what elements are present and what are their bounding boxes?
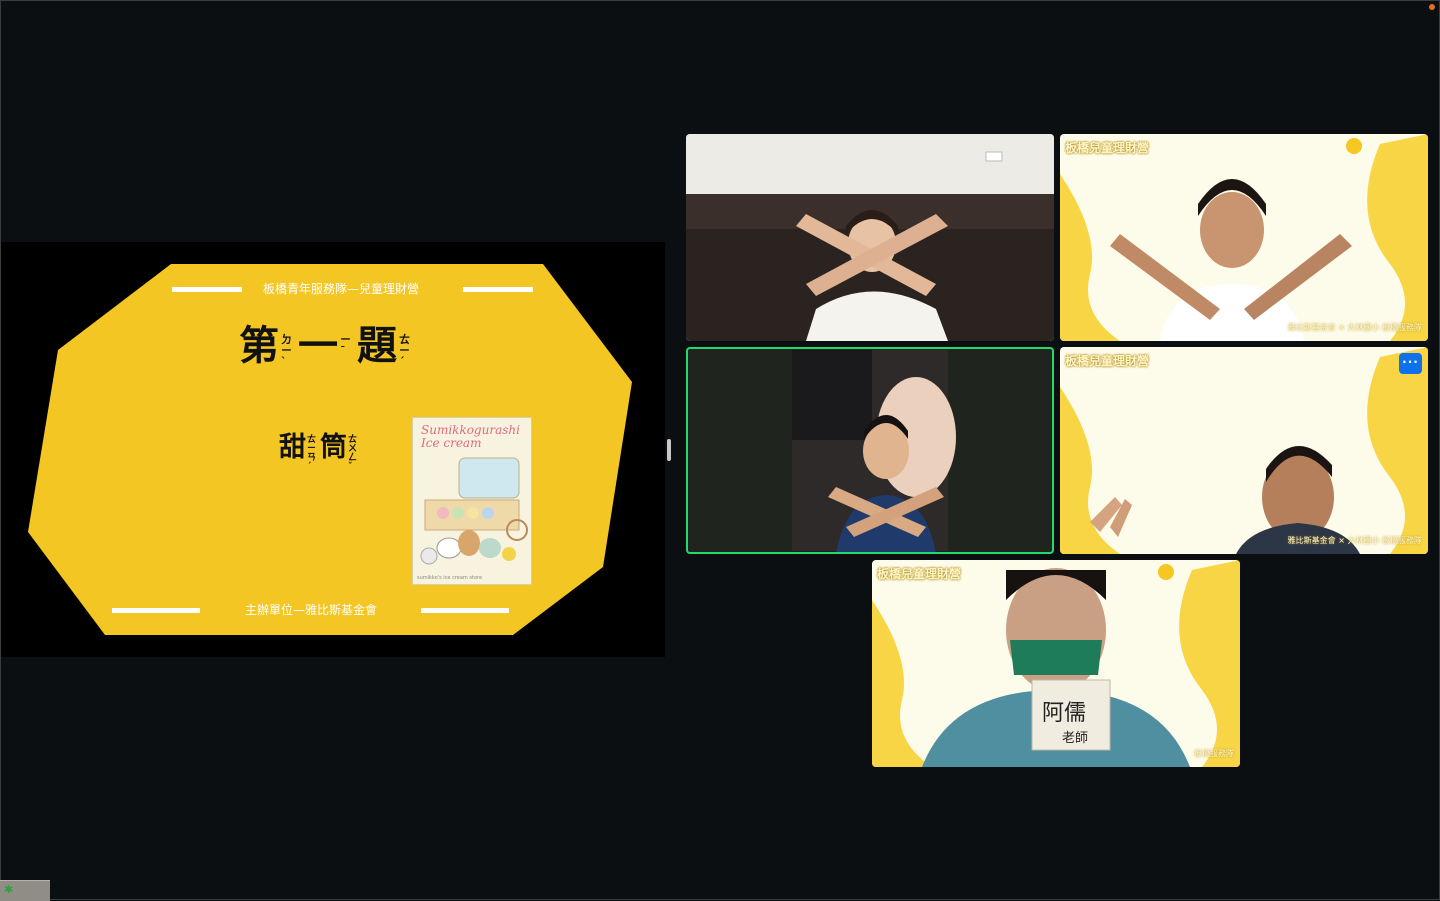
zhuyin: ㄊㄧˊ [399,333,410,368]
poster-title: Sumikkogurashi Ice cream [421,423,520,450]
tile-credit: 雅比斯基金會 × 大林國小 板橋服務隊 [1287,536,1422,545]
title-char: 第 [239,323,279,369]
more-options-button[interactable]: ··· [1399,353,1422,374]
ice-cream-poster-image: Sumikkogurashi Ice cream sumikko's ice cr… [412,417,532,585]
answer-char: 筒 [320,432,348,463]
poster-footer: sumikko's ice cream store [417,575,483,581]
tile-credit: 雅比斯基金會 × 大林國小 板橋服務隊 [1287,323,1422,332]
split-view-resize-handle[interactable] [667,439,671,461]
tile-credit: 板橋服務隊 [1194,749,1234,758]
answer-word: 甜 ㄊㄧㄢˊ 筒 ㄊㄨㄥˇ [279,430,361,472]
tile-watermark: 板橋兒童理財營 [1065,141,1150,155]
footer-line-right [421,608,509,613]
title-char: 一 [298,323,338,369]
tile-watermark: 板橋兒童理財營 [877,567,962,581]
header-line-right [463,287,533,292]
zhuyin: ㄉㄧˋ [281,333,292,368]
video-tile-participant-4[interactable]: 板橋兒童理財營 雅比斯基金會 × 大林國小 板橋服務隊 ··· [1060,347,1428,554]
video-tile-participant-2[interactable]: 板橋兒童理財營 雅比斯基金會 × 大林國小 板橋服務隊 [1060,134,1428,341]
header-line-left [172,287,242,292]
participant-video: 阿儒 老師 [872,560,1240,767]
svg-text:老師: 老師 [1062,731,1088,746]
shared-screen[interactable]: 板橋青年服務隊—兒童理財營 第 ㄉㄧˋ 一 ㄧˉ 題 ㄊㄧˊ 甜 ㄊㄧㄢˊ 筒 … [1,242,665,657]
zhuyin: ㄊㄨㄥˇ [348,435,358,472]
svg-text:阿儒: 阿儒 [1042,701,1086,726]
slide-footer: 主辦單位—雅比斯基金會 [244,603,377,617]
footer-line-left [112,608,200,613]
video-tile-participant-5[interactable]: 阿儒 老師 板橋兒童理財營 板橋服務隊 [872,560,1240,767]
participant-video [1060,134,1428,341]
participant-video [1060,347,1428,554]
zhuyin: ㄧˉ [340,333,351,357]
slide-header: 板橋青年服務隊—兒童理財營 [262,282,419,296]
question-title: 第 ㄉㄧˋ 一 ㄧˉ 題 ㄊㄧˊ [239,320,416,372]
app-icon: ✱ [4,883,14,896]
taskbar-app-thumbnail[interactable]: ✱ [0,880,50,901]
participant-video [686,347,1054,554]
title-char: 題 [357,323,397,369]
participant-video [686,134,1054,341]
answer-char: 甜 [279,432,306,463]
recording-indicator-icon [1429,4,1435,10]
tile-watermark: 板橋兒童理財營 [1065,354,1150,368]
video-tile-active-speaker[interactable] [686,347,1054,554]
zhuyin: ㄊㄧㄢˊ [307,435,317,472]
video-tile-participant-1[interactable] [686,134,1054,341]
